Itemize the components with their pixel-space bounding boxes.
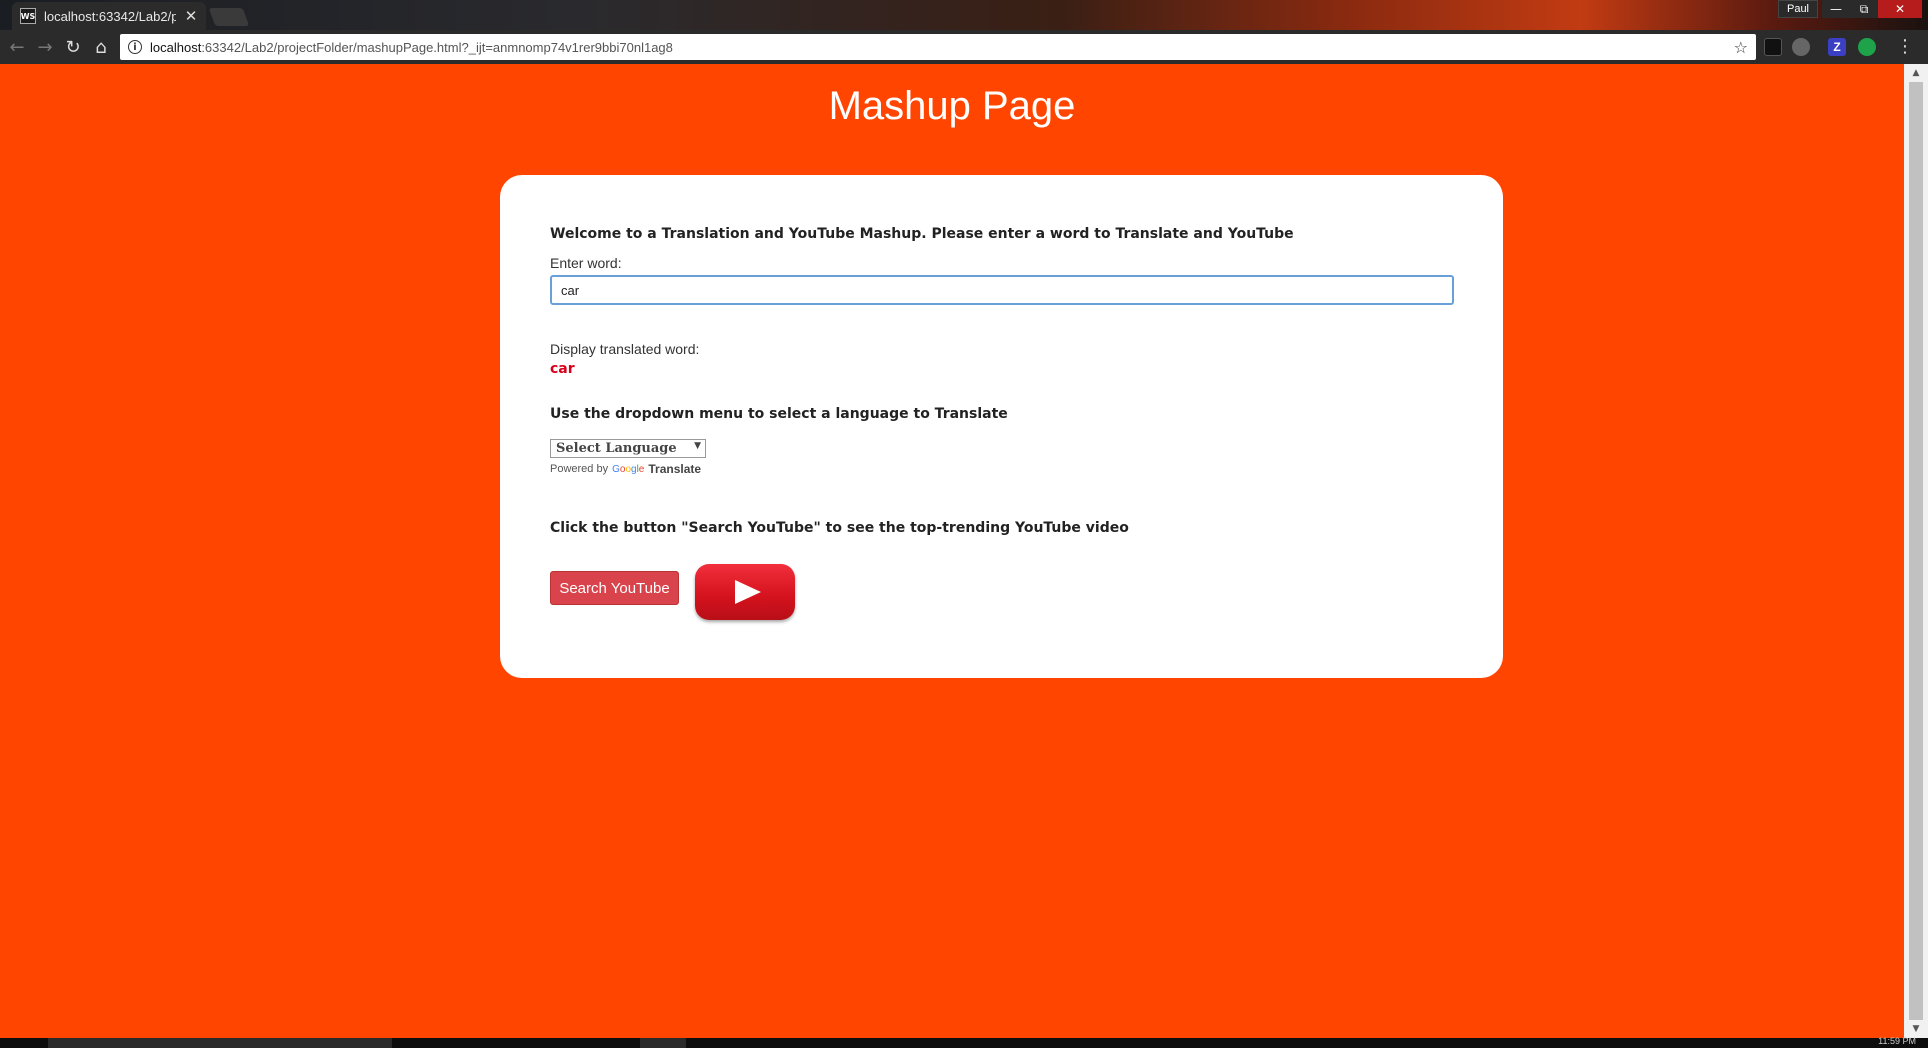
extension-z-icon[interactable]: Z [1828, 38, 1846, 56]
restore-icon[interactable]: ⧉ [1850, 0, 1878, 18]
profile-button[interactable]: Paul [1778, 0, 1818, 18]
new-tab-button[interactable] [208, 8, 250, 26]
language-select[interactable]: Select Language ▼ [550, 439, 706, 458]
search-youtube-button[interactable]: Search YouTube [550, 571, 679, 605]
back-arrow-icon[interactable]: ← [6, 36, 28, 58]
address-bar[interactable]: i localhost:63342/Lab2/projectFolder/mas… [120, 34, 1756, 60]
dropdown-hint-text: Use the dropdown menu to select a langua… [550, 406, 1008, 422]
display-translated-label: Display translated word: [550, 341, 700, 357]
scroll-up-icon[interactable]: ▲ [1904, 64, 1928, 82]
translate-link[interactable]: Translate [648, 462, 701, 476]
youtube-logo-button[interactable] [695, 564, 795, 620]
webstorm-favicon-icon: WS [20, 8, 36, 24]
os-taskbar: 11:59 PM [0, 1036, 1928, 1048]
browser-tab[interactable]: WS localhost:63342/Lab2/pr ✕ [12, 2, 206, 30]
info-icon[interactable]: i [128, 40, 142, 54]
window-close-icon[interactable]: ✕ [1878, 0, 1922, 18]
translated-word: car [550, 361, 575, 377]
tab-close-icon[interactable]: ✕ [184, 7, 198, 25]
home-icon[interactable]: ⌂ [90, 36, 112, 58]
intro-text: Welcome to a Translation and YouTube Mas… [550, 226, 1294, 242]
taskbar-item[interactable] [48, 1038, 392, 1048]
kebab-menu-icon[interactable]: ⋮ [1896, 36, 1914, 57]
mashup-card: Welcome to a Translation and YouTube Mas… [500, 175, 1503, 678]
powered-by-text: Powered by [550, 463, 609, 475]
powered-by-google: Powered by Google Translate [550, 462, 701, 476]
minimize-icon[interactable]: — [1822, 0, 1850, 18]
extension-icon[interactable] [1764, 38, 1782, 56]
extension-green-icon[interactable] [1858, 38, 1876, 56]
page-title: Mashup Page [828, 84, 1076, 128]
language-select-value: Select Language [556, 441, 677, 456]
page-viewport: Mashup Page Welcome to a Translation and… [0, 64, 1904, 1038]
google-logo: Google [612, 464, 645, 475]
word-input[interactable] [550, 275, 1454, 305]
youtube-hint-text: Click the button "Search YouTube" to see… [550, 520, 1129, 536]
url-host: localhost [150, 39, 202, 55]
extension-shield-icon[interactable] [1792, 38, 1810, 56]
scroll-thumb[interactable] [1909, 82, 1923, 1020]
star-icon[interactable]: ☆ [1734, 38, 1748, 57]
reload-icon[interactable]: ↻ [62, 36, 84, 58]
taskbar-item[interactable] [640, 1038, 686, 1048]
dropdown-arrow-icon: ▼ [694, 441, 701, 451]
browser-titlebar: WS localhost:63342/Lab2/pr ✕ Paul — ⧉ ✕ [0, 0, 1928, 30]
youtube-play-icon [735, 580, 761, 604]
tab-title: localhost:63342/Lab2/pr [44, 8, 176, 24]
forward-arrow-icon[interactable]: → [34, 36, 56, 58]
url-path: :63342/Lab2/projectFolder/mashupPage.htm… [201, 39, 673, 55]
browser-toolbar: ← → ↻ ⌂ i localhost:63342/Lab2/projectFo… [0, 30, 1928, 64]
page-scrollbar[interactable]: ▲ ▼ [1904, 64, 1928, 1038]
enter-word-label: Enter word: [550, 255, 622, 271]
url-text[interactable]: localhost:63342/Lab2/projectFolder/mashu… [150, 40, 1734, 55]
taskbar-clock: 11:59 PM [1878, 1036, 1916, 1046]
